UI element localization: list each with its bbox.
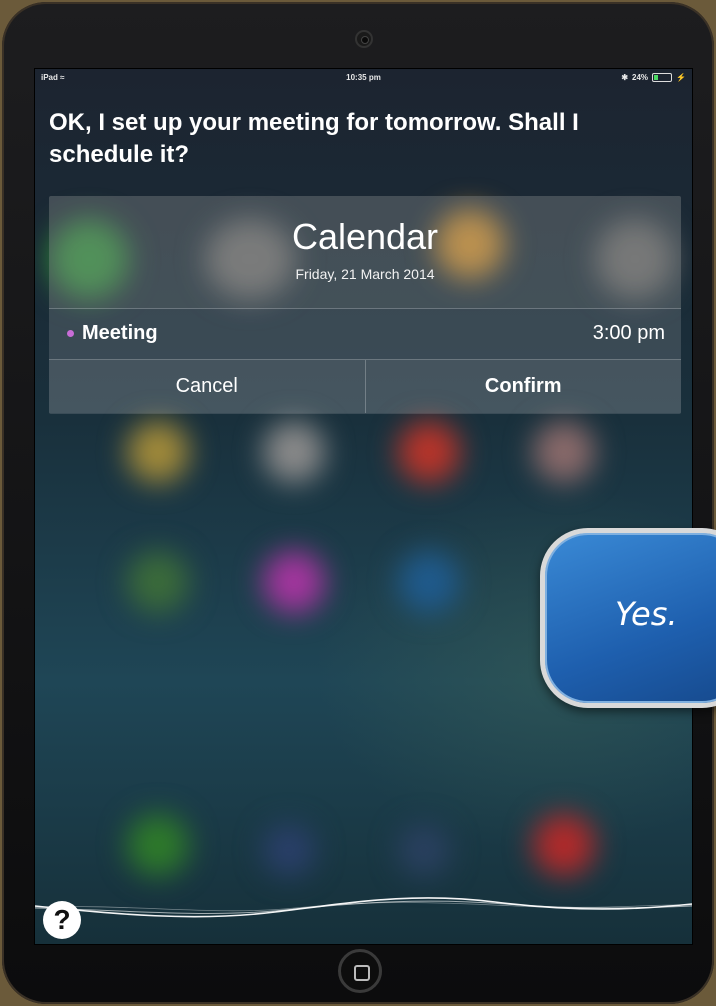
confirm-button[interactable]: Confirm xyxy=(366,360,682,413)
status-time: 10:35 pm xyxy=(346,73,381,82)
siri-waveform-icon xyxy=(35,897,692,918)
blurred-app-icon xyxy=(127,814,189,876)
calendar-actions: Cancel Confirm xyxy=(49,360,681,413)
blurred-app-icon xyxy=(533,814,595,876)
battery-icon xyxy=(652,73,673,82)
blurred-app-icon xyxy=(398,421,460,483)
ipad-screen: iPad ≈ 10:35 pm ✱ 24% ⚡ OK, I set up you… xyxy=(34,68,693,945)
blurred-app-icon xyxy=(127,421,189,483)
speech-bubble: Yes. xyxy=(540,528,716,708)
charging-icon: ⚡ xyxy=(676,73,686,82)
event-time: 3:00 pm xyxy=(592,322,665,344)
blurred-app-icon xyxy=(398,824,450,876)
battery-percent: 24% xyxy=(632,73,649,82)
blurred-app-icon xyxy=(127,551,189,613)
event-row[interactable]: Meeting 3:00 pm xyxy=(49,309,681,359)
home-square-icon xyxy=(354,965,370,981)
event-color-dot-icon xyxy=(67,330,74,337)
home-button[interactable] xyxy=(338,949,382,993)
battery-fill xyxy=(654,75,659,80)
status-bar: iPad ≈ 10:35 pm ✱ 24% ⚡ xyxy=(35,69,692,87)
speech-bubble-text: Yes. xyxy=(615,595,678,633)
calendar-title: Calendar xyxy=(291,216,439,257)
ipad-bezel: iPad ≈ 10:35 pm ✱ 24% ⚡ OK, I set up you… xyxy=(2,2,714,1004)
calendar-header: Calendar Friday, 21 March 2014 xyxy=(49,196,681,308)
blurred-app-icon xyxy=(533,421,595,483)
help-button[interactable]: ? xyxy=(43,901,81,939)
event-name: Meeting xyxy=(82,322,158,344)
blurred-app-icon xyxy=(263,421,325,483)
bluetooth-icon: ✱ xyxy=(621,73,629,82)
camera-icon xyxy=(355,30,373,48)
status-battery: ✱ 24% ⚡ xyxy=(621,73,686,82)
siri-prompt: OK, I set up your meeting for tomorrow. … xyxy=(49,109,579,168)
blurred-app-icon xyxy=(263,551,325,613)
blurred-app-icon xyxy=(263,824,315,876)
blurred-app-icon xyxy=(398,551,460,613)
calendar-card: Calendar Friday, 21 March 2014 Meeting 3… xyxy=(49,196,681,414)
cancel-button[interactable]: Cancel xyxy=(49,360,366,413)
calendar-date: Friday, 21 March 2014 xyxy=(295,266,435,282)
